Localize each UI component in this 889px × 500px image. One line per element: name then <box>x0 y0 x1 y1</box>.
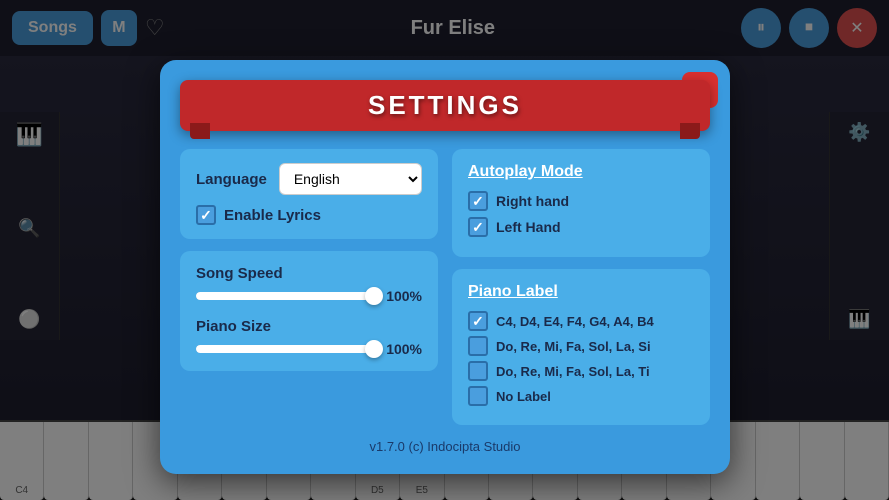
piano-size-row: 100% <box>196 341 422 357</box>
piano-size-fill <box>196 345 374 353</box>
settings-modal: ✕ SETTINGS Language English Spanish Fren… <box>160 60 730 474</box>
piano-label-checkbox-2[interactable] <box>468 361 488 381</box>
language-label: Language <box>196 171 267 188</box>
song-speed-value: 100% <box>382 288 422 304</box>
language-row: Language English Spanish French <box>196 163 422 195</box>
right-hand-checkbox[interactable] <box>468 191 488 211</box>
settings-banner: SETTINGS <box>180 80 710 131</box>
piano-label-panel: Piano Label C4, D4, E4, F4, G4, A4, B4 D… <box>452 269 710 425</box>
song-speed-thumb[interactable] <box>365 287 383 305</box>
piano-size-section: Piano Size 100% <box>196 318 422 357</box>
autoplay-right-hand: Right hand <box>468 191 694 211</box>
autoplay-left-hand: Left Hand <box>468 217 694 237</box>
piano-label-text-3: No Label <box>496 389 551 404</box>
language-select[interactable]: English Spanish French <box>279 163 422 195</box>
piano-label-checkbox-0[interactable] <box>468 311 488 331</box>
piano-label-text-2: Do, Re, Mi, Fa, Sol, La, Ti <box>496 364 650 379</box>
piano-label-option-1: Do, Re, Mi, Fa, Sol, La, Si <box>468 336 694 356</box>
settings-left-column: Language English Spanish French Enable L… <box>180 149 438 425</box>
right-hand-label: Right hand <box>496 193 569 209</box>
piano-label-checkbox-1[interactable] <box>468 336 488 356</box>
piano-label-option-2: Do, Re, Mi, Fa, Sol, La, Ti <box>468 361 694 381</box>
piano-label-text-0: C4, D4, E4, F4, G4, A4, B4 <box>496 314 654 329</box>
song-speed-fill <box>196 292 374 300</box>
piano-size-thumb[interactable] <box>365 340 383 358</box>
settings-title: SETTINGS <box>368 90 522 120</box>
settings-content: Language English Spanish French Enable L… <box>180 149 710 425</box>
left-hand-checkbox[interactable] <box>468 217 488 237</box>
song-speed-label: Song Speed <box>196 265 422 282</box>
piano-size-label: Piano Size <box>196 318 422 335</box>
autoplay-panel: Autoplay Mode Right hand Left Hand <box>452 149 710 257</box>
language-panel: Language English Spanish French Enable L… <box>180 149 438 239</box>
piano-size-track[interactable] <box>196 345 374 353</box>
piano-size-value: 100% <box>382 341 422 357</box>
version-text: v1.7.0 (c) Indocipta Studio <box>180 439 710 454</box>
piano-label-checkbox-3[interactable] <box>468 386 488 406</box>
song-speed-section: Song Speed 100% <box>196 265 422 304</box>
song-speed-track[interactable] <box>196 292 374 300</box>
enable-lyrics-label: Enable Lyrics <box>224 207 321 224</box>
left-hand-label: Left Hand <box>496 219 561 235</box>
piano-label-text-1: Do, Re, Mi, Fa, Sol, La, Si <box>496 339 651 354</box>
settings-right-column: Autoplay Mode Right hand Left Hand Piano… <box>452 149 710 425</box>
piano-label-option-0: C4, D4, E4, F4, G4, A4, B4 <box>468 311 694 331</box>
piano-label-option-3: No Label <box>468 386 694 406</box>
song-speed-row: 100% <box>196 288 422 304</box>
piano-label-title[interactable]: Piano Label <box>468 283 694 301</box>
autoplay-title[interactable]: Autoplay Mode <box>468 163 694 181</box>
lyrics-row: Enable Lyrics <box>196 205 422 225</box>
enable-lyrics-checkbox[interactable] <box>196 205 216 225</box>
speed-size-panel: Song Speed 100% Piano Size <box>180 251 438 371</box>
